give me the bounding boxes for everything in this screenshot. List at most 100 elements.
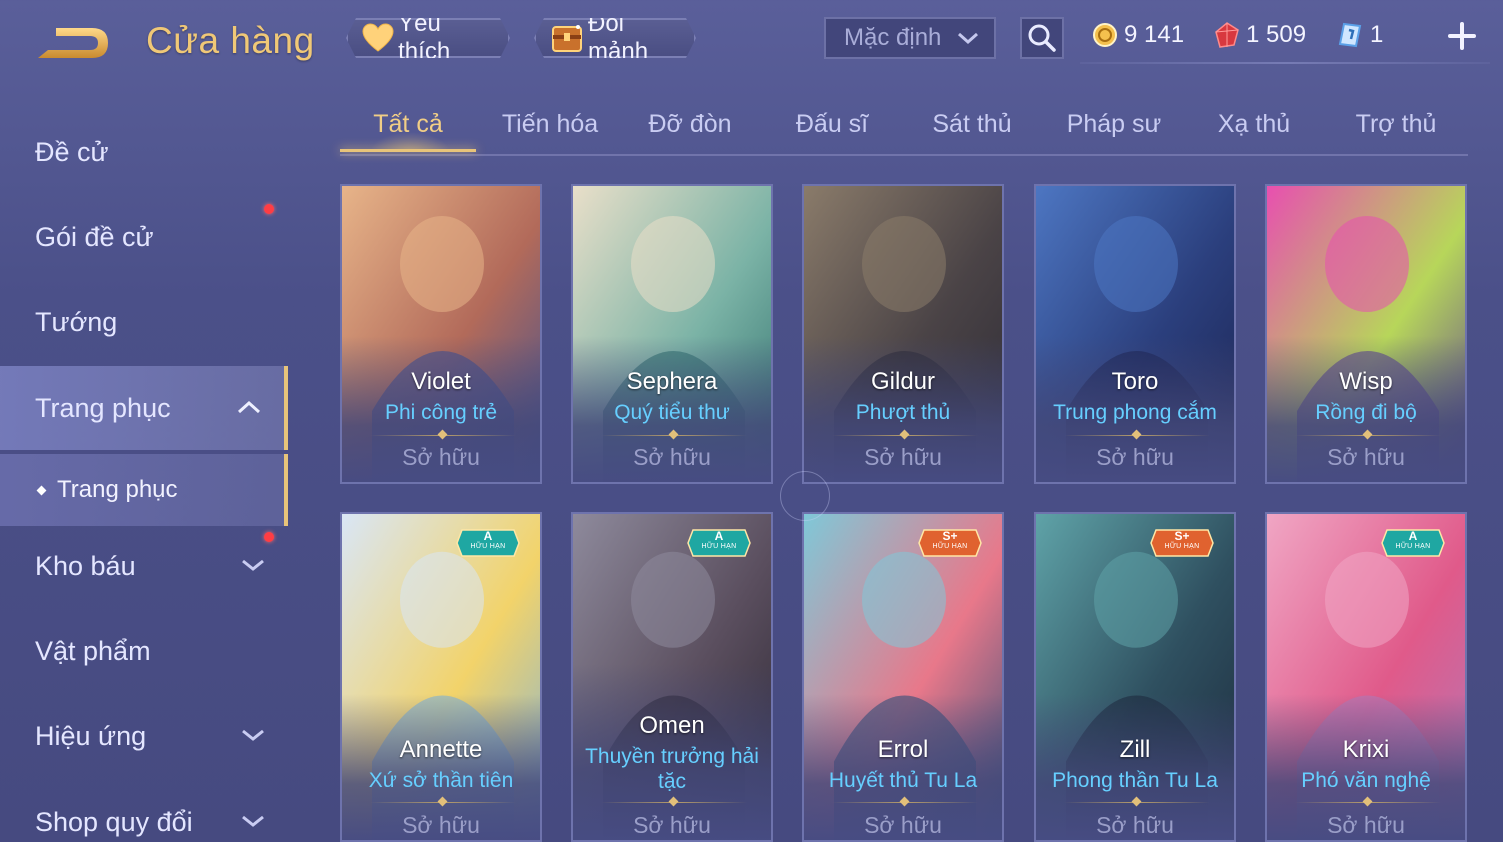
tab-label: Đỡ đòn (648, 110, 732, 138)
ticket-balance: 1 (1336, 20, 1383, 50)
tab-all[interactable]: Tất cả (340, 110, 476, 152)
sidebar-item-label: Vật phẩm (35, 635, 151, 666)
card-divider (1295, 802, 1441, 803)
sidebar-item-label: Kho báu (35, 550, 136, 581)
heart-icon (362, 22, 394, 54)
back-button[interactable] (34, 22, 114, 64)
tab-tank[interactable]: Đỡ đòn (622, 110, 758, 150)
limited-badge: S+ HỮU HẠN (1150, 528, 1214, 558)
sidebar-item-label: Tướng (35, 306, 118, 337)
limited-badge: A HỮU HẠN (1381, 528, 1445, 558)
skin-name: Xứ sở thần tiên (368, 769, 514, 792)
skin-name: Trung phong cắm (1053, 401, 1217, 424)
badge-subtitle: HỮU HẠN (932, 543, 968, 550)
tab-marksman[interactable]: Xạ thủ (1186, 110, 1322, 150)
skin-card[interactable]: Violet Phi công trẻ Sở hữu (340, 184, 542, 484)
tab-support[interactable]: Trợ thủ (1326, 110, 1466, 150)
owned-status: Sở hữu (864, 444, 942, 470)
sidebar-item-label: Hiệu ứng (35, 720, 147, 751)
skin-card[interactable]: A HỮU HẠN Krixi Phó văn nghệ Sở hữu (1265, 512, 1467, 842)
chevron-down-icon (242, 815, 264, 827)
owned-status: Sở hữu (864, 812, 942, 838)
tab-active-underline (340, 149, 476, 152)
limited-badge: A HỮU HẠN (687, 528, 751, 558)
ruby-value: 1 509 (1246, 21, 1307, 48)
chevron-down-icon (958, 32, 978, 45)
skin-name: Phi công trẻ (384, 401, 498, 424)
skin-name: Rồng đi bộ (1315, 401, 1417, 424)
sidebar-item-treasure[interactable]: Kho báu (0, 524, 288, 608)
category-tabs: Tất cả Tiến hóa Đỡ đòn Đấu sĩ Sát thủ Ph… (340, 104, 1468, 156)
tab-label: Xạ thủ (1217, 110, 1291, 138)
ruby-icon (1215, 22, 1239, 48)
ruby-balance: 1 509 (1214, 20, 1306, 50)
tab-evolution[interactable]: Tiến hóa (480, 110, 620, 150)
skin-card[interactable]: S+ HỮU HẠN Errol Huyết thủ Tu La Sở hữu (802, 512, 1004, 842)
skin-card[interactable]: A HỮU HẠN Annette Xứ sở thần tiên Sở hữu (340, 512, 542, 842)
skin-card[interactable]: Gildur Phượt thủ Sở hữu (802, 184, 1004, 484)
ticket-value: 1 (1370, 21, 1384, 48)
sidebar-item-label: Trang phục (35, 392, 171, 423)
skin-card[interactable]: A HỮU HẠN Omen Thuyền trưởng hải tặc Sở hữu (571, 512, 773, 842)
add-currency-button[interactable] (1444, 18, 1480, 54)
sidebar-item-items[interactable]: Vật phẩm (0, 609, 288, 693)
hero-name: Annette (399, 736, 483, 763)
badge-tier: A (483, 529, 493, 543)
skin-name: Quý tiểu thư (614, 401, 730, 424)
card-divider (832, 802, 978, 803)
chevron-down-icon (242, 729, 264, 741)
hero-name: Zill (1119, 736, 1151, 763)
sidebar-item-heroes[interactable]: Tướng (0, 280, 288, 364)
sort-dropdown[interactable]: Mặc định (824, 17, 996, 59)
badge-subtitle: HỮU HẠN (1395, 543, 1431, 550)
badge-tier: A (1408, 529, 1418, 543)
tab-assassin[interactable]: Sát thủ (904, 110, 1040, 150)
bullet-icon (36, 485, 47, 495)
skin-card[interactable]: Sephera Quý tiểu thư Sở hữu (571, 184, 773, 484)
back-arrow-icon (38, 28, 108, 58)
sidebar-item-label: Shop quy đổi (35, 806, 193, 837)
sidebar: Đề cử Gói đề cử Tướng Trang phục Trang p… (0, 110, 290, 842)
hero-name: Krixi (1342, 736, 1390, 763)
search-button[interactable] (1020, 17, 1064, 59)
touch-indicator (780, 471, 830, 521)
sidebar-item-label: Gói đề cử (35, 221, 154, 252)
sidebar-item-featured-packs[interactable]: Gói đề cử (0, 195, 288, 279)
sidebar-item-exchange-shop[interactable]: Shop quy đổi (0, 780, 288, 842)
badge-subtitle: HỮU HẠN (470, 543, 506, 550)
gold-coin-icon (1093, 23, 1117, 47)
sidebar-item-skins[interactable]: Trang phục (0, 366, 288, 450)
skin-name: Huyết thủ Tu La (828, 769, 978, 792)
badge-subtitle: HỮU HẠN (1164, 543, 1200, 550)
owned-status: Sở hữu (633, 812, 711, 838)
card-divider (370, 802, 516, 803)
tab-fighter[interactable]: Đấu sĩ (764, 110, 900, 150)
favorite-button[interactable]: Yêu thích (346, 18, 510, 58)
hero-name: Violet (411, 368, 471, 395)
exchange-shards-label: Đổi mảnh (588, 10, 649, 65)
sidebar-item-featured[interactable]: Đề cử (0, 110, 288, 194)
sidebar-item-effects[interactable]: Hiệu ứng (0, 694, 288, 778)
sidebar-subitem-label: Trang phục (57, 476, 178, 503)
skin-card[interactable]: Wisp Rồng đi bộ Sở hữu (1265, 184, 1467, 484)
tab-mage[interactable]: Pháp sư (1044, 110, 1184, 150)
card-divider (370, 435, 516, 436)
hero-name: Sephera (626, 368, 718, 395)
owned-status: Sở hữu (1327, 444, 1405, 470)
hero-name: Wisp (1339, 368, 1393, 395)
badge-tier: A (714, 529, 724, 543)
chevron-up-icon (237, 400, 261, 414)
tab-label: Pháp sư (1066, 110, 1162, 138)
exchange-shards-button[interactable]: Đổi mảnh (534, 18, 696, 58)
sidebar-subitem-skins[interactable]: Trang phục (0, 454, 288, 526)
skin-card[interactable]: Toro Trung phong cắm Sở hữu (1034, 184, 1236, 484)
skin-card[interactable]: S+ HỮU HẠN Zill Phong thần Tu La Sở hữu (1034, 512, 1236, 842)
page-title: Cửa hàng (146, 20, 315, 61)
badge-tier: S+ (942, 529, 958, 543)
card-divider (601, 435, 747, 436)
hero-name: Toro (1111, 368, 1159, 395)
limited-badge: S+ HỮU HẠN (918, 528, 982, 558)
hero-name: Omen (639, 712, 705, 739)
gold-value: 9 141 (1124, 21, 1185, 48)
skin-name: Thuyền trưởng hải tặc (585, 745, 759, 793)
